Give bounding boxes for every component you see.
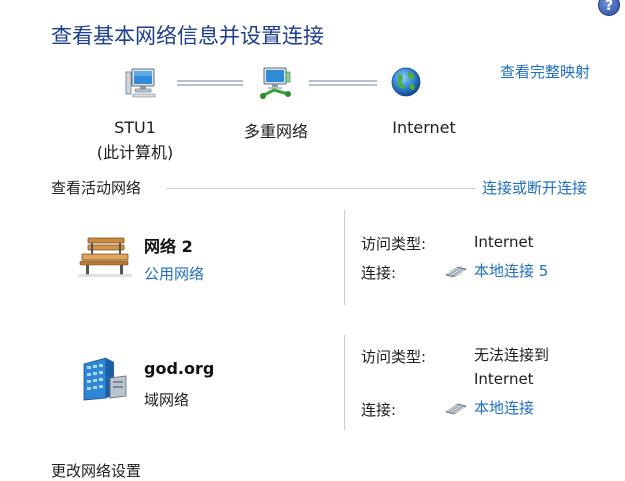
topology-connector-line — [177, 80, 243, 86]
connections-label: 连接: — [361, 401, 397, 419]
connections-label: 连接: — [361, 264, 397, 282]
access-type-value: 无法连接到 Internet — [474, 343, 549, 391]
public-network-bench-icon — [78, 234, 132, 278]
local-connection-link[interactable]: 本地连接 — [474, 399, 534, 417]
active-networks-heading: 查看活动网络 — [51, 179, 142, 197]
network-adapter-icon — [444, 260, 468, 284]
network-adapter-icon — [444, 397, 468, 421]
domain-network-building-icon — [80, 356, 128, 402]
page-title: 查看基本网络信息并设置连接 — [51, 24, 324, 48]
computer-icon — [124, 66, 160, 100]
local-connection-link[interactable]: 本地连接 5 — [474, 262, 548, 280]
view-full-map-link[interactable]: 查看完整映射 — [500, 61, 590, 82]
change-network-settings-heading: 更改网络设置 — [51, 462, 142, 480]
network-name: god.org — [144, 359, 215, 378]
node-label-multiple-networks: 多重网络 — [243, 122, 308, 141]
help-button[interactable]: ? — [598, 0, 620, 16]
node-label-computer: STU1 (此计算机) — [90, 118, 180, 163]
node-computer-name: STU1 — [114, 118, 156, 137]
network-type-link[interactable]: 公用网络 — [144, 263, 204, 284]
vertical-separator — [344, 210, 345, 305]
network-name: 网络 2 — [144, 237, 193, 256]
network-type: 域网络 — [144, 391, 190, 409]
connection-entry[interactable]: 本地连接 — [444, 396, 534, 421]
node-computer-subtitle: (此计算机) — [96, 143, 174, 162]
access-type-label: 访问类型: — [361, 235, 427, 253]
topology-connector-line — [309, 80, 377, 86]
vertical-separator — [344, 335, 345, 430]
section-divider — [166, 188, 476, 189]
connection-entry[interactable]: 本地连接 5 — [444, 259, 548, 284]
internet-globe-icon — [390, 66, 422, 98]
multiple-networks-icon — [258, 64, 296, 102]
access-type-value-line2: Internet — [474, 370, 534, 388]
access-type-value: Internet — [474, 233, 534, 251]
access-type-value-line1: 无法连接到 — [474, 346, 550, 364]
node-label-internet: Internet — [392, 118, 456, 137]
connect-disconnect-link[interactable]: 连接或断开连接 — [482, 177, 587, 198]
access-type-label: 访问类型: — [361, 348, 427, 366]
